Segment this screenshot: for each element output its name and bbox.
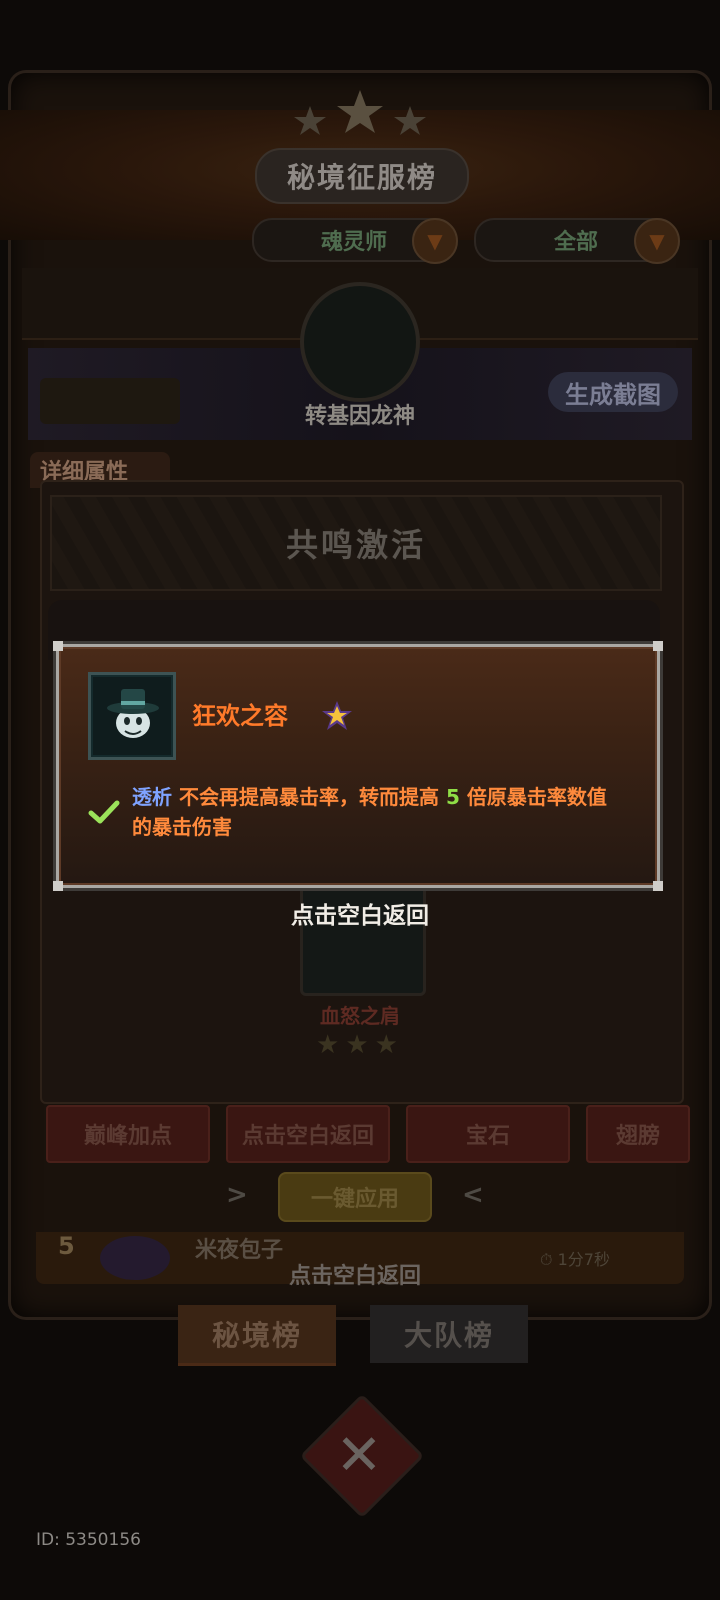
item-icon xyxy=(88,672,176,760)
avatar xyxy=(300,282,420,402)
rank-time: ⏱ 1分7秒 xyxy=(540,1250,610,1269)
equipment-name: 血怒之肩 xyxy=(320,1004,400,1028)
generate-screenshot-button[interactable]: 生成截图 xyxy=(548,372,678,412)
popup-corner xyxy=(653,881,663,891)
tab-team-rank[interactable]: 大队榜 xyxy=(370,1305,528,1363)
check-icon xyxy=(88,800,120,824)
top-hat-mask-icon xyxy=(107,689,159,738)
class-filter-dropdown[interactable]: 魂灵师 ▼ xyxy=(252,218,458,264)
item-name: 狂欢之容 xyxy=(192,702,288,730)
player-id: ID: 5350156 xyxy=(36,1530,141,1550)
leaderboard-title: 秘境征服榜 xyxy=(255,148,469,204)
player-name: 转基因龙神 xyxy=(304,404,415,429)
prev-player-arrow[interactable] xyxy=(40,378,180,424)
one-click-apply-button[interactable]: 一键应用 xyxy=(278,1172,432,1222)
chevron-left-icon: < xyxy=(462,1180,484,1210)
purple-star-icon xyxy=(322,701,352,730)
ghost-hint-text: 点击空白返回 xyxy=(288,1264,421,1289)
item-description: 透析 不会再提高暴击率，转而提高 5 倍原暴击率数值的暴击伤害 xyxy=(132,782,612,842)
resonance-activation-bar[interactable]: 共鸣激活 xyxy=(50,495,662,591)
popup-corner xyxy=(53,881,63,891)
scope-filter-label: 全部 xyxy=(553,230,598,255)
rank-stars-decoration xyxy=(294,90,426,135)
tab-gems[interactable]: 宝石 xyxy=(406,1105,570,1163)
tab-peak-points[interactable]: 巅峰加点 xyxy=(46,1105,210,1163)
popup-corner xyxy=(653,641,663,651)
multiplier-value: 5 xyxy=(445,785,460,809)
tab-wings[interactable]: 翅膀 xyxy=(586,1105,690,1163)
scope-filter-dropdown[interactable]: 全部 ▼ xyxy=(474,218,680,264)
chevron-down-icon: ▼ xyxy=(634,218,680,264)
close-icon: ✕ xyxy=(335,1422,383,1488)
chevron-right-icon: > xyxy=(226,1180,248,1210)
popup-corner xyxy=(53,641,63,651)
description-part-1: 不会再提高暴击率，转而提高 xyxy=(172,785,446,809)
tab-hint[interactable]: 点击空白返回 xyxy=(226,1105,390,1163)
tab-secret-realm-rank[interactable]: 秘境榜 xyxy=(178,1305,336,1366)
chevron-down-icon: ▼ xyxy=(412,218,458,264)
dismiss-hint[interactable]: 点击空白返回 xyxy=(210,896,510,930)
rank-time-value: 1分7秒 xyxy=(557,1250,610,1269)
equipment-stars: ★★★ xyxy=(316,1030,404,1060)
class-filter-label: 魂灵师 xyxy=(320,230,387,255)
effect-keyword: 透析 xyxy=(132,785,172,809)
rank-number: 5 xyxy=(58,1232,75,1260)
rank-avatar xyxy=(100,1236,170,1280)
